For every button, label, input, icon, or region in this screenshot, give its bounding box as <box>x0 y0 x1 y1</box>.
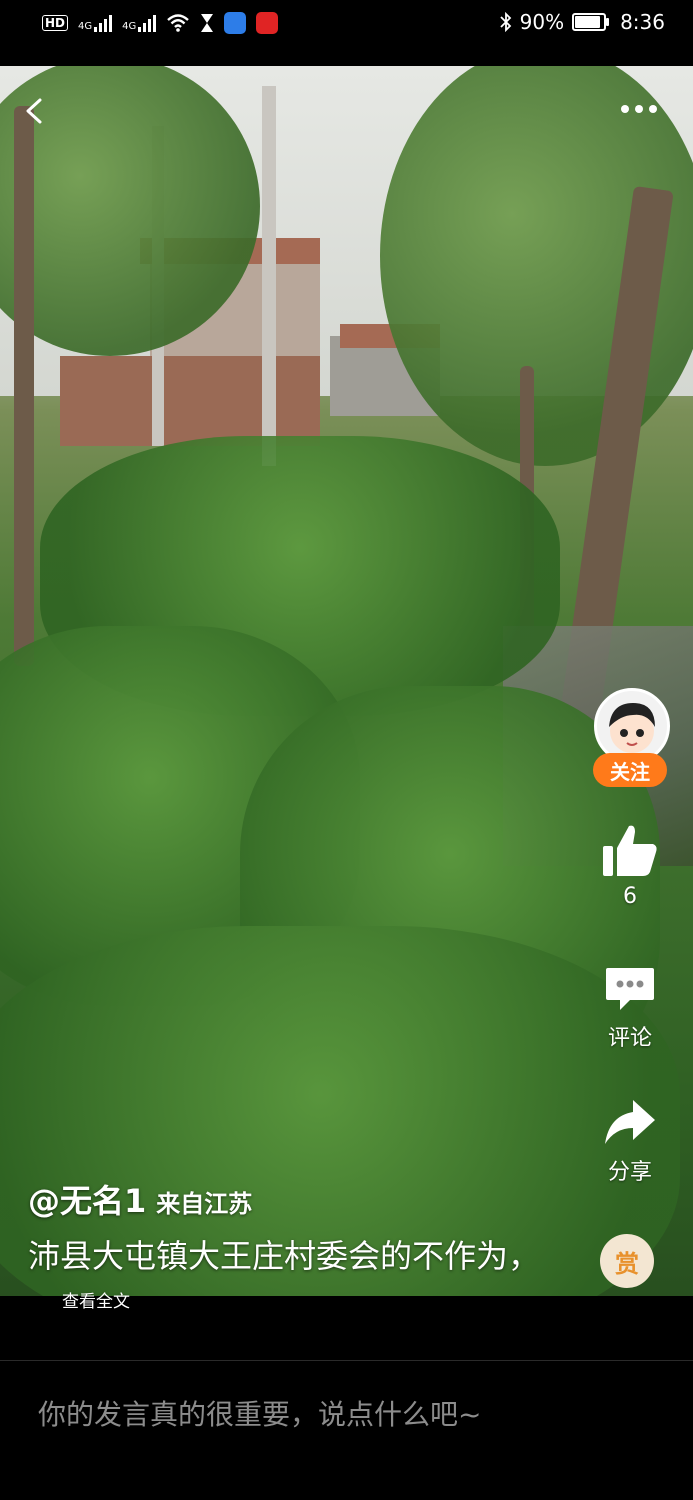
comment-icon <box>606 968 654 1010</box>
network-type-2: 4G <box>122 21 137 32</box>
app-notification-icon-2 <box>256 12 279 34</box>
back-arrow-icon[interactable] <box>20 96 50 126</box>
author-handle[interactable]: @无名1 <box>28 1182 146 1220</box>
share-button[interactable]: 分享 <box>590 1098 670 1186</box>
divider <box>0 1360 693 1361</box>
network-type-1: 4G <box>78 21 93 32</box>
comment-input[interactable]: 你的发言真的很重要，说点什么吧~ <box>38 1393 481 1433</box>
comment-button[interactable]: 评论 <box>590 964 670 1052</box>
caption-text: 沛县大屯镇大王庄村委会的不作为， <box>28 1237 541 1275</box>
signal-2: 4G <box>122 14 157 32</box>
expand-text-link[interactable]: 查看全文 <box>62 1292 130 1312</box>
bluetooth-icon <box>499 12 511 32</box>
author-line: @无名1 来自江苏 <box>28 1176 252 1222</box>
app-notification-icon <box>224 12 247 34</box>
status-right: 90% 8:36 <box>499 10 665 34</box>
battery-icon <box>572 13 610 31</box>
post-caption: 沛县大屯镇大王庄村委会的不作为， 查看全文 <box>28 1234 548 1324</box>
author-location: 来自江苏 <box>156 1190 253 1218</box>
share-label: 分享 <box>607 1160 652 1185</box>
clock: 8:36 <box>620 10 665 34</box>
battery-percent: 90% <box>519 10 565 34</box>
reward-button[interactable]: 赏 <box>600 1234 654 1288</box>
hourglass-icon <box>201 14 214 32</box>
share-arrow-icon <box>605 1100 655 1144</box>
like-button[interactable]: 6 <box>590 822 670 909</box>
thumb-up-icon <box>603 825 657 876</box>
hd-indicator: HD <box>42 15 69 31</box>
avatar-cartoon-icon <box>609 703 655 753</box>
utility-pole <box>262 86 276 466</box>
signal-1: 4G <box>78 14 113 32</box>
comment-label: 评论 <box>607 1026 652 1051</box>
wifi-icon <box>167 14 190 32</box>
like-count: 6 <box>623 884 637 909</box>
tree-trunk <box>14 106 34 666</box>
status-left: HD 4G 4G <box>42 12 279 34</box>
follow-button[interactable]: 关注 <box>593 753 667 787</box>
more-dots-icon[interactable] <box>621 96 665 122</box>
status-bar: HD 4G 4G 90% 8:36 <box>0 0 693 50</box>
brick-wall <box>60 356 320 446</box>
